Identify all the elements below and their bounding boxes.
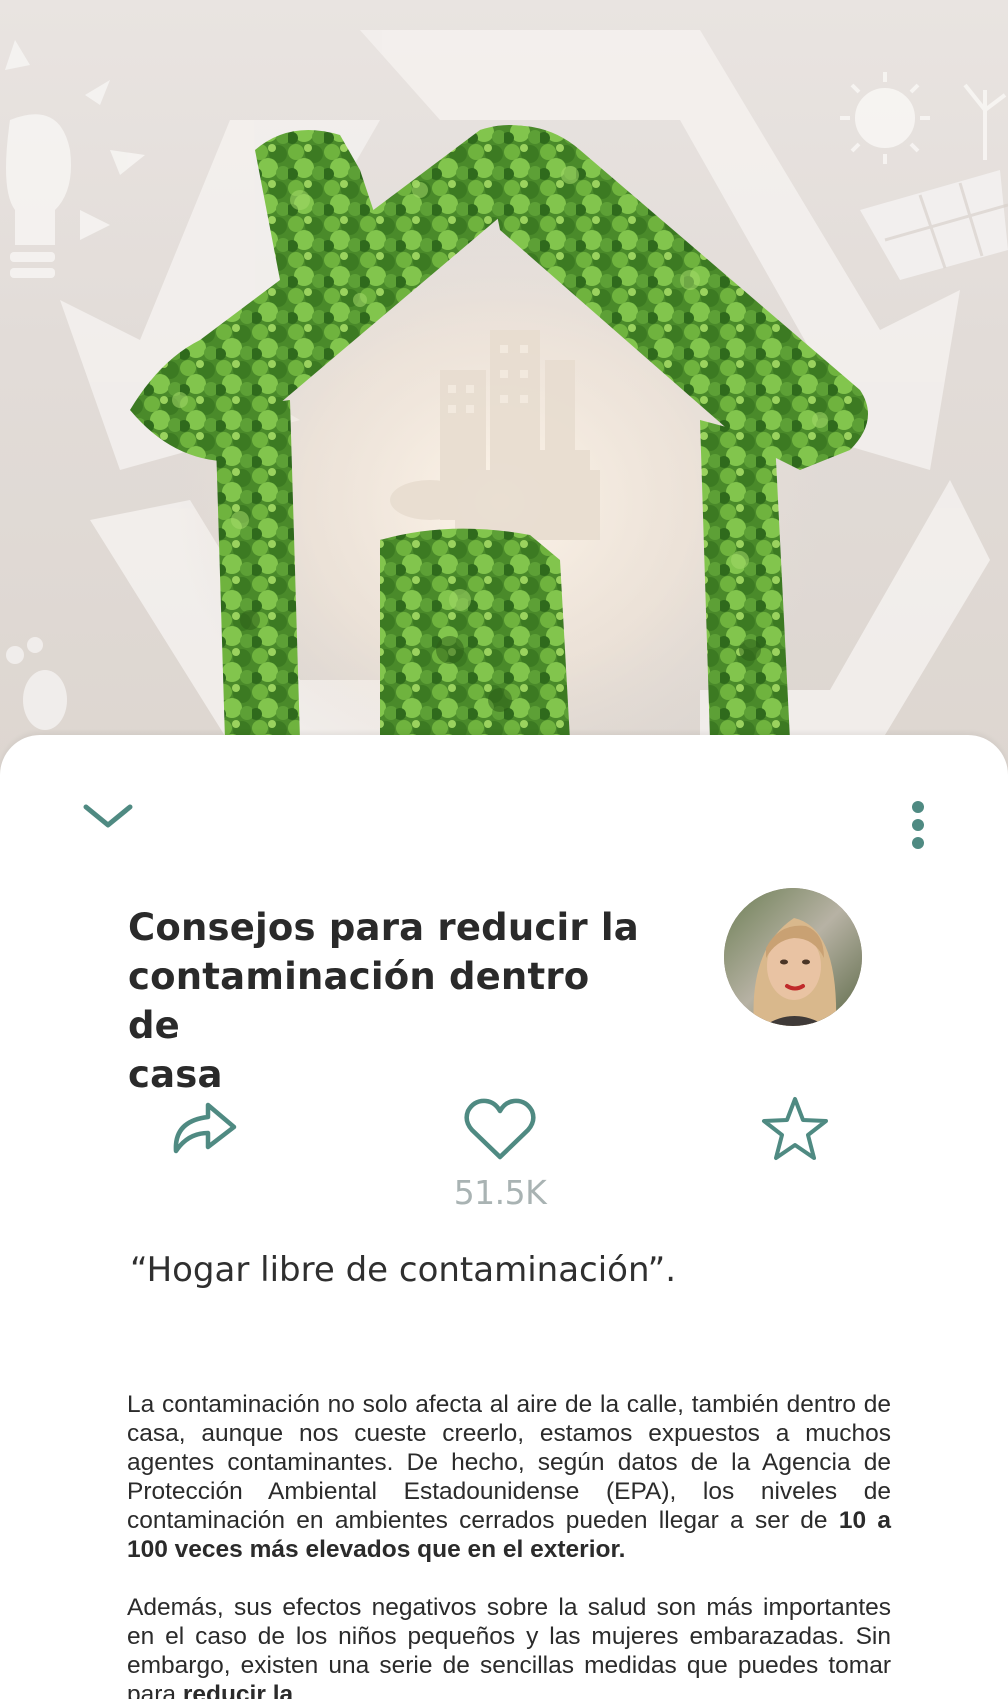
article-title-line: contaminación dentro de: [128, 955, 590, 1047]
article-title-line: Consejos para reducir la: [128, 906, 639, 949]
article-body: La contaminación no solo afecta al aire …: [127, 1390, 891, 1699]
article-sheet: Consejos para reducir la contaminación d…: [0, 735, 1008, 1699]
article-title: Consejos para reducir la contaminación d…: [128, 903, 648, 1099]
article-paragraph: La contaminación no solo afecta al aire …: [127, 1390, 891, 1564]
more-vertical-icon: [912, 801, 924, 849]
eco-house-illustration: [5, 30, 1008, 780]
hero-image: [0, 0, 1008, 780]
paragraph-text: La contaminación no solo afecta al aire …: [127, 1391, 891, 1534]
article-paragraph: Además, sus efectos negativos sobre la s…: [127, 1593, 891, 1699]
share-button[interactable]: [168, 1097, 240, 1159]
like-button[interactable]: [462, 1097, 538, 1163]
heart-icon: [464, 1098, 536, 1160]
like-count: 51.5K: [453, 1173, 547, 1212]
share-icon: [173, 1102, 237, 1154]
more-options-button[interactable]: [898, 797, 938, 857]
author-avatar-photo: [724, 888, 862, 1026]
paragraph-bold-text: reducir la: [182, 1681, 294, 1699]
article-title-line: casa: [128, 1053, 223, 1096]
article-screen: Consejos para reducir la contaminación d…: [0, 0, 1008, 1699]
chevron-down-icon: [83, 804, 133, 828]
article-quote: “Hogar libre de contaminación”.: [130, 1250, 677, 1290]
author-avatar[interactable]: [724, 888, 862, 1026]
favorite-button[interactable]: [760, 1095, 830, 1163]
collapse-button[interactable]: [78, 797, 138, 837]
star-icon: [762, 1097, 828, 1160]
